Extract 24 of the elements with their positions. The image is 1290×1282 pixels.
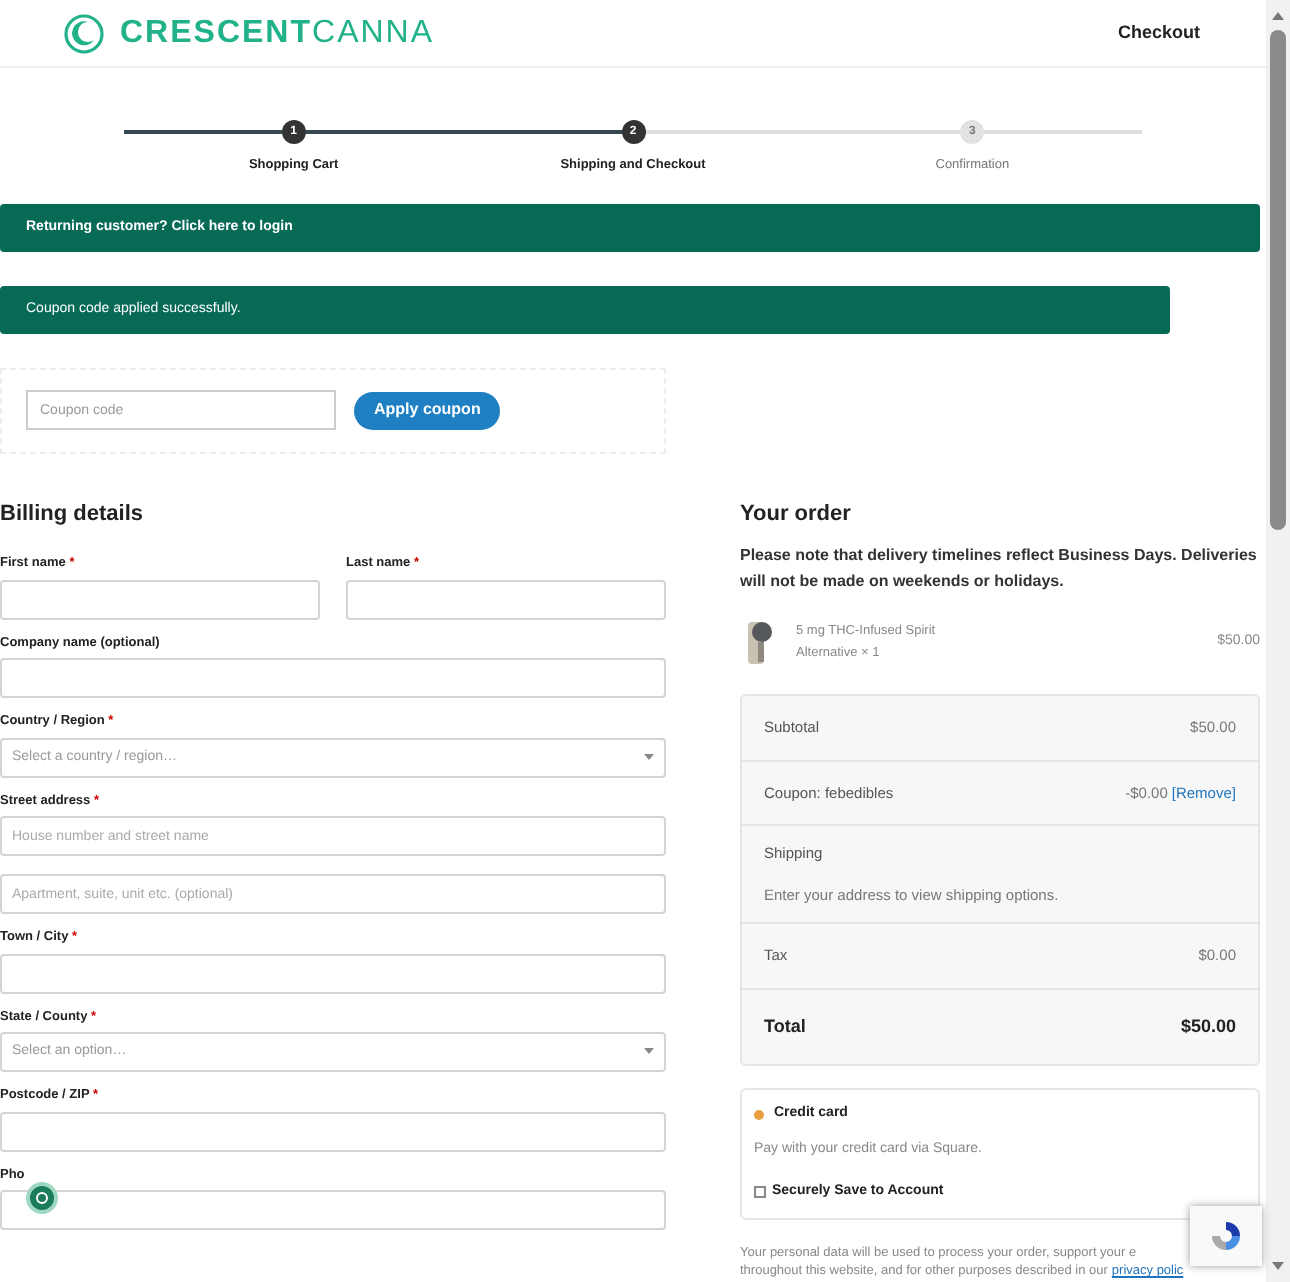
- scroll-up-icon[interactable]: [1270, 8, 1286, 24]
- input-field[interactable]: [0, 1190, 666, 1231]
- caret-icon: [644, 753, 654, 762]
- scroll-down-icon[interactable]: [1270, 1258, 1286, 1274]
- caret-icon: [644, 1048, 654, 1057]
- input-field[interactable]: [0, 579, 320, 620]
- logo-text: CRESCENTCANNA: [120, 13, 435, 54]
- checkout-link[interactable]: Checkout: [1117, 19, 1200, 47]
- section-title: Billing details: [0, 499, 146, 530]
- section-title: Your order: [740, 499, 853, 530]
- radio-button[interactable]: [754, 1109, 764, 1120]
- crescent-logo-icon: [64, 13, 104, 54]
- checkbox[interactable]: [754, 1186, 766, 1199]
- delivery-note: Please note that delivery timelines reflect Business Days. Deliveries will not be made on weekends or holidays.: [740, 544, 1259, 595]
- input-field[interactable]: [0, 1111, 666, 1152]
- input-field[interactable]: [346, 579, 666, 620]
- apply-coupon-button[interactable]: Apply coupon: [354, 391, 501, 430]
- total-label: Total: [764, 1013, 806, 1039]
- input-field[interactable]: [0, 658, 666, 699]
- total-value: $50.00: [1180, 1013, 1236, 1039]
- scrollbar[interactable]: [1266, 0, 1290, 1282]
- recaptcha-badge[interactable]: [1190, 1206, 1262, 1266]
- chat-badge-icon[interactable]: [26, 1182, 58, 1215]
- input-field[interactable]: [0, 953, 666, 994]
